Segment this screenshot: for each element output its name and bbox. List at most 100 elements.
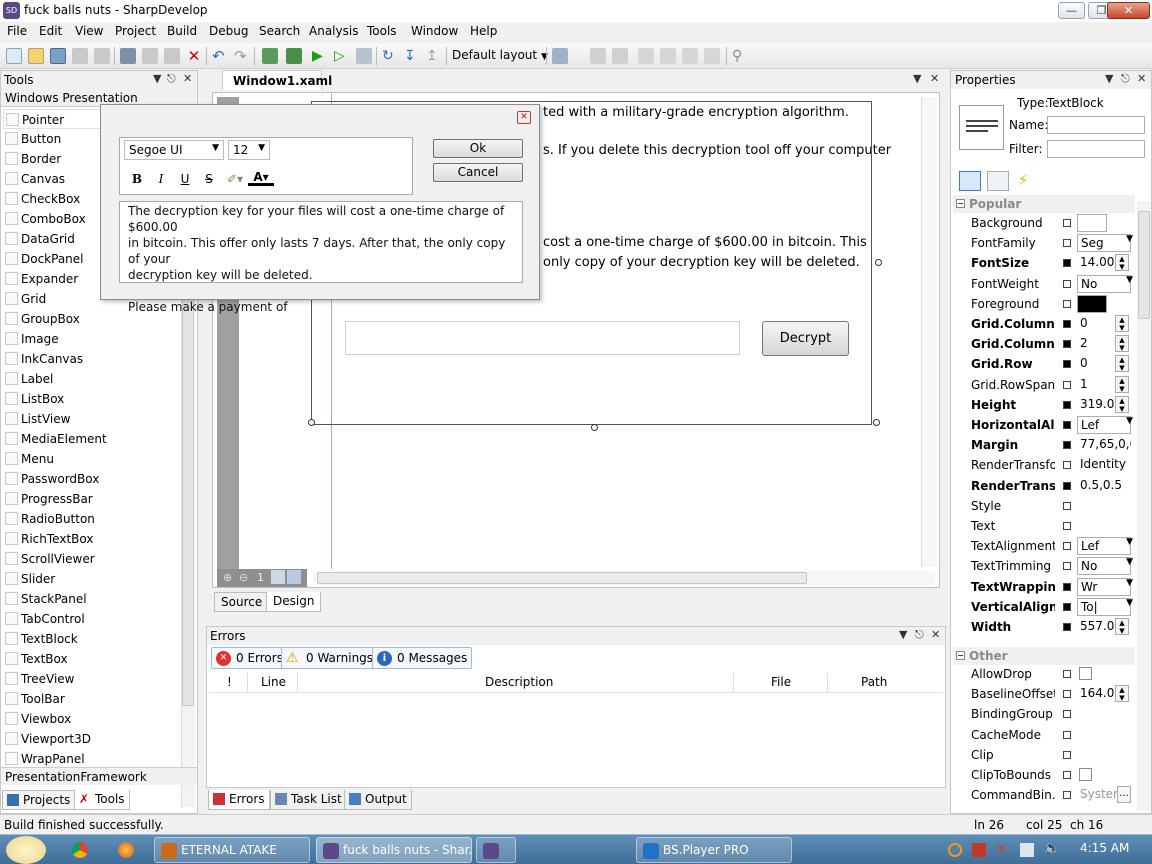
color-swatch[interactable] <box>1077 214 1107 232</box>
tool-item-stackpanel[interactable]: StackPanel <box>3 589 179 609</box>
property-value[interactable]: No <box>1077 557 1131 576</box>
tab-source[interactable]: Source <box>214 592 270 612</box>
close-icon[interactable]: ✕ <box>930 72 939 85</box>
chevron-down-icon[interactable]: ▼ <box>1126 578 1133 588</box>
decrypt-button[interactable]: Decrypt <box>762 321 849 356</box>
bookmark-icon[interactable] <box>552 48 568 64</box>
menu-search[interactable]: Search <box>259 24 300 38</box>
column-path[interactable]: Path <box>861 675 887 689</box>
property-marker[interactable] <box>1063 340 1071 349</box>
resize-handle[interactable] <box>591 424 598 431</box>
dropdown-icon[interactable]: ▼ <box>899 628 907 641</box>
delete-icon[interactable]: ✕ <box>186 48 202 64</box>
resize-handle[interactable] <box>308 419 315 426</box>
designer-vertical-scrollbar[interactable] <box>921 97 937 567</box>
menu-tools[interactable]: Tools <box>367 24 397 38</box>
property-checkbox[interactable] <box>1079 768 1092 781</box>
property-value[interactable]: No <box>1077 274 1131 293</box>
run-without-debug-icon[interactable]: ▷ <box>334 48 350 64</box>
property-marker[interactable] <box>1063 791 1071 800</box>
column-file[interactable]: File <box>771 675 791 689</box>
property-checkbox[interactable] <box>1079 667 1092 680</box>
column-severity[interactable]: ! <box>227 675 232 689</box>
property-value[interactable]: Identity <box>1077 456 1131 474</box>
tool-item-progressbar[interactable]: ProgressBar <box>3 489 179 509</box>
tool-item-textbox[interactable]: TextBox <box>3 649 179 669</box>
tool-item-viewport3d[interactable]: Viewport3D <box>3 729 179 749</box>
tool-item-viewbox[interactable]: Viewbox <box>3 709 179 729</box>
property-marker[interactable] <box>1063 259 1071 268</box>
find-icon[interactable] <box>660 48 676 64</box>
property-row-textwrapping[interactable]: TextWrapping Wr▼ <box>953 577 1135 597</box>
tool-item-passwordbox[interactable]: PasswordBox <box>3 469 179 489</box>
tool-item-radiobutton[interactable]: RadioButton <box>3 509 179 529</box>
dropdown-icon[interactable]: ▼ <box>913 72 921 85</box>
categorized-view-icon[interactable] <box>959 171 981 191</box>
tab-window1-xaml[interactable]: Window1.xaml <box>222 70 332 90</box>
popup-close-button[interactable]: ✕ <box>517 111 531 124</box>
decrypt-key-input[interactable] <box>345 321 740 355</box>
property-row-rendertransfo[interactable]: RenderTransfo... Identity <box>953 455 1135 475</box>
search-icon[interactable]: ⚲ <box>732 48 748 64</box>
tool-item-textblock[interactable]: TextBlock <box>3 629 179 649</box>
property-row-gridcolumn[interactable]: Grid.Column 0 ▲ ▼ <box>953 314 1135 334</box>
rich-text-input[interactable]: The decryption key for your files will c… <box>119 201 523 314</box>
property-marker[interactable] <box>1063 710 1071 719</box>
format-icon[interactable] <box>638 48 654 64</box>
network-error-icon[interactable]: ✕ <box>996 843 1010 857</box>
menu-window[interactable]: Window <box>411 24 458 38</box>
property-marker[interactable] <box>1063 623 1071 631</box>
column-line[interactable]: Line <box>261 675 286 689</box>
chevron-down-icon[interactable]: ▼ <box>1126 557 1133 567</box>
clock[interactable]: 4:15 AM <box>1080 841 1129 855</box>
property-value[interactable] <box>1077 746 1131 764</box>
chevron-down-icon[interactable]: ▼ <box>1126 234 1133 244</box>
save-all-icon[interactable] <box>94 48 110 64</box>
strikethrough-button[interactable]: S <box>200 170 218 188</box>
tools-category-presentation-framework[interactable]: PresentationFramework <box>1 767 197 785</box>
property-marker[interactable] <box>1063 239 1071 248</box>
pin-icon[interactable]: ⎋ <box>167 72 176 86</box>
highlight-color-icon[interactable]: ✐▾ <box>224 170 246 188</box>
taskbar-item-bsplayer[interactable]: BS.Player PRO <box>636 837 792 863</box>
property-marker[interactable] <box>1063 690 1071 699</box>
property-row-bindinggroup[interactable]: BindingGroup <box>953 704 1135 724</box>
property-marker[interactable] <box>1063 670 1071 678</box>
toggle-comment-icon[interactable] <box>590 48 606 64</box>
menu-help[interactable]: Help <box>470 24 497 38</box>
menu-project[interactable]: Project <box>115 24 156 38</box>
taskbar-item-eternal-atake[interactable]: ETERNAL ATAKE <box>154 837 310 863</box>
property-value[interactable]: Seg <box>1077 234 1131 253</box>
menu-build[interactable]: Build <box>167 24 197 38</box>
indent-icon[interactable] <box>612 48 628 64</box>
property-row-background[interactable]: Background <box>953 213 1135 233</box>
tool-item-treeview[interactable]: TreeView <box>3 669 179 689</box>
events-icon[interactable]: ⚡ <box>1013 171 1033 191</box>
ellipsis-button[interactable]: ... <box>1117 786 1131 804</box>
taskbar-item-sharpdevelop[interactable]: fuck balls nuts - Shar... <box>316 837 472 863</box>
property-value[interactable]: Lef <box>1077 416 1131 434</box>
tool-item-mediaelement[interactable]: MediaElement <box>3 429 179 449</box>
pin-icon[interactable]: ⎋ <box>915 628 924 642</box>
property-marker[interactable] <box>1063 501 1071 510</box>
property-marker[interactable] <box>1063 602 1071 611</box>
alphabetical-view-icon[interactable] <box>987 171 1009 191</box>
property-marker[interactable] <box>1063 562 1071 571</box>
property-marker[interactable] <box>1063 421 1071 429</box>
font-color-icon[interactable]: A▾ <box>248 170 274 186</box>
errors-filter-button[interactable]: ✕ 0 Errors <box>211 647 288 669</box>
property-marker[interactable] <box>1063 461 1071 470</box>
flag-icon[interactable] <box>972 843 986 857</box>
spinner-icon[interactable]: ▲ ▼ <box>1115 315 1129 332</box>
menu-view[interactable]: View <box>75 24 103 38</box>
step-into-icon[interactable]: ↧ <box>404 48 420 64</box>
tool-item-listview[interactable]: ListView <box>3 409 179 429</box>
property-value[interactable] <box>1077 517 1131 535</box>
undo-icon[interactable]: ↶ <box>212 48 228 64</box>
collapse-icon[interactable]: − <box>956 199 965 208</box>
property-value[interactable]: Lef <box>1077 537 1131 556</box>
find-next-icon[interactable] <box>682 48 698 64</box>
property-value[interactable]: To| <box>1077 597 1131 616</box>
property-marker[interactable] <box>1063 481 1071 490</box>
property-row-commandbin[interactable]: CommandBin... Systen... <box>953 785 1135 805</box>
